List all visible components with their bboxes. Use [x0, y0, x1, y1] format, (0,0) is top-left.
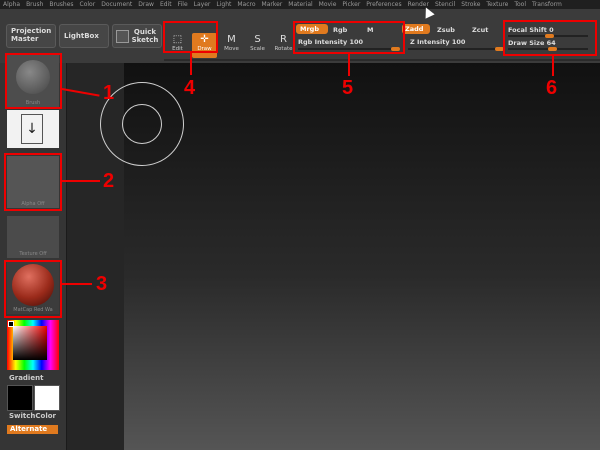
menu-item-color[interactable]: Color [77, 0, 99, 9]
callout-number-4: 4 [184, 77, 196, 99]
callout-box-4 [163, 21, 218, 53]
projection-master-button[interactable]: Projection Master [6, 24, 56, 48]
callout-box-6 [503, 20, 597, 56]
quick-sketch-label: Quick Sketch [131, 28, 159, 44]
lightbox-button[interactable]: LightBox [59, 24, 109, 48]
left-shelf: Brush ↓ Alpha Off Texture Off MatCap Red… [0, 54, 66, 450]
callout-line-3 [62, 283, 92, 285]
callout-box-5 [293, 21, 405, 54]
menu-item-light[interactable]: Light [213, 0, 234, 9]
color-picker-saturation[interactable] [13, 326, 47, 360]
quick-sketch-button[interactable]: Quick Sketch [112, 24, 162, 48]
rotate-label: Rotate [274, 46, 293, 52]
callout-box-2 [4, 153, 62, 211]
callout-box-3 [4, 260, 62, 318]
scale-label: Scale [250, 46, 265, 52]
switch-color-button[interactable]: SwitchColor [9, 412, 56, 420]
color-cursor-icon [8, 321, 14, 327]
callout-number-2: 2 [103, 170, 115, 192]
brush-cursor-inner [122, 104, 162, 144]
alternate-button[interactable]: Alternate [7, 425, 58, 434]
callout-number-3: 3 [96, 273, 108, 295]
callout-number-6: 6 [546, 77, 558, 99]
move-icon: M [227, 34, 236, 45]
menu-item-brush[interactable]: Brush [23, 0, 46, 9]
callout-line-4 [190, 53, 192, 75]
menu-item-movie[interactable]: Movie [316, 0, 340, 9]
scale-tool[interactable]: S Scale [245, 33, 270, 58]
zcut-button[interactable]: Zcut [472, 26, 488, 34]
zsub-button[interactable]: Zsub [437, 26, 455, 34]
menu-item-material[interactable]: Material [285, 0, 315, 9]
secondary-color-swatch[interactable] [34, 385, 60, 411]
menu-item-document[interactable]: Document [98, 0, 135, 9]
stroke-tile[interactable]: ↓ [7, 110, 59, 148]
texture-tile[interactable]: Texture Off [7, 216, 59, 258]
menu-item-transform[interactable]: Transform [529, 0, 565, 9]
menu-item-marker[interactable]: Marker [259, 0, 286, 9]
quick-sketch-icon [116, 30, 129, 43]
color-picker[interactable] [7, 320, 59, 370]
callout-number-5: 5 [342, 77, 354, 99]
gradient-label[interactable]: Gradient [9, 374, 43, 382]
callout-line-5 [348, 54, 350, 76]
arrow-down-icon: ↓ [21, 114, 43, 144]
menu-item-alpha[interactable]: Alpha [0, 0, 23, 9]
menu-item-file[interactable]: File [175, 0, 191, 9]
texture-caption: Texture Off [19, 251, 47, 257]
menu-item-tool[interactable]: Tool [511, 0, 529, 9]
move-label: Move [224, 46, 239, 52]
callout-box-1 [5, 53, 62, 109]
menu-item-stencil[interactable]: Stencil [432, 0, 458, 9]
menu-item-draw[interactable]: Draw [135, 0, 157, 9]
move-tool[interactable]: M Move [219, 33, 244, 58]
menu-item-brushes[interactable]: Brushes [46, 0, 76, 9]
menu-item-preferences[interactable]: Preferences [363, 0, 404, 9]
zadd-button[interactable]: Zadd [402, 24, 430, 34]
menu-item-stroke[interactable]: Stroke [458, 0, 483, 9]
menu-item-layer[interactable]: Layer [191, 0, 214, 9]
menu-item-texture[interactable]: Texture [483, 0, 511, 9]
z-intensity-label: Z Intensity 100 [410, 38, 466, 46]
scale-icon: S [254, 34, 261, 45]
menu-item-edit[interactable]: Edit [157, 0, 175, 9]
toolbar-divider [164, 59, 600, 61]
z-intensity-slider[interactable] [408, 48, 504, 50]
document-canvas[interactable] [124, 63, 600, 450]
callout-line-2 [62, 180, 100, 182]
menu-bar: Alpha Brush Brushes Color Document Draw Edit Fi… [0, 0, 600, 9]
menu-item-macro[interactable]: Macro [234, 0, 258, 9]
callout-line-6 [552, 56, 554, 76]
callout-number-1: 1 [103, 82, 115, 104]
menu-item-picker[interactable]: Picker [339, 0, 363, 9]
main-color-swatch[interactable] [7, 385, 33, 411]
